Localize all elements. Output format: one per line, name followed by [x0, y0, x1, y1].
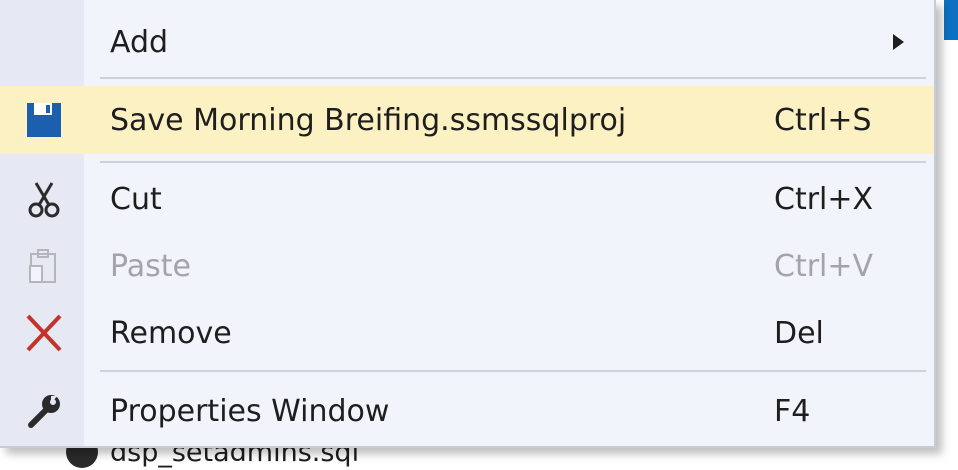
- menu-separator: [100, 77, 926, 79]
- menu-item-save[interactable]: Save Morning Breifing.ssmssqlproj Ctrl+S: [0, 86, 934, 154]
- menu-item-shortcut: F4: [774, 393, 811, 429]
- menu-item-paste: Paste Ctrl+V: [0, 232, 934, 300]
- save-icon: [22, 98, 66, 142]
- close-icon: [22, 311, 66, 355]
- menu-item-cut[interactable]: Cut Ctrl+X: [0, 166, 934, 232]
- menu-item-label: Cut: [110, 181, 162, 217]
- menu-item-shortcut: Del: [774, 315, 824, 351]
- menu-item-properties-window[interactable]: Properties Window F4: [0, 378, 934, 444]
- menu-item-shortcut: Ctrl+S: [774, 102, 872, 138]
- menu-item-shortcut: Ctrl+X: [774, 181, 874, 217]
- paste-icon: [22, 244, 66, 288]
- menu-separator: [100, 370, 926, 372]
- background-selection-accent: [944, 0, 958, 40]
- menu-item-shortcut: Ctrl+V: [774, 248, 874, 284]
- wrench-icon: [22, 389, 66, 433]
- menu-item-label: Add: [110, 24, 169, 60]
- menu-item-label: Save Morning Breifing.ssmssqlproj: [110, 102, 627, 138]
- menu-item-label: Paste: [110, 248, 191, 284]
- menu-item-label: Remove: [110, 315, 232, 351]
- menu-item-label: Properties Window: [110, 393, 390, 429]
- menu-item-add[interactable]: Add: [0, 10, 934, 74]
- context-menu: Add Save Morning Breifing.ssmssqlproj Ct…: [0, 0, 936, 448]
- submenu-arrow-icon: [893, 34, 904, 50]
- menu-separator: [100, 161, 926, 163]
- screen: dsp_setadmins.sql Add Save Morning Breif…: [0, 0, 958, 470]
- scissors-icon: [22, 177, 66, 221]
- menu-item-remove[interactable]: Remove Del: [0, 300, 934, 366]
